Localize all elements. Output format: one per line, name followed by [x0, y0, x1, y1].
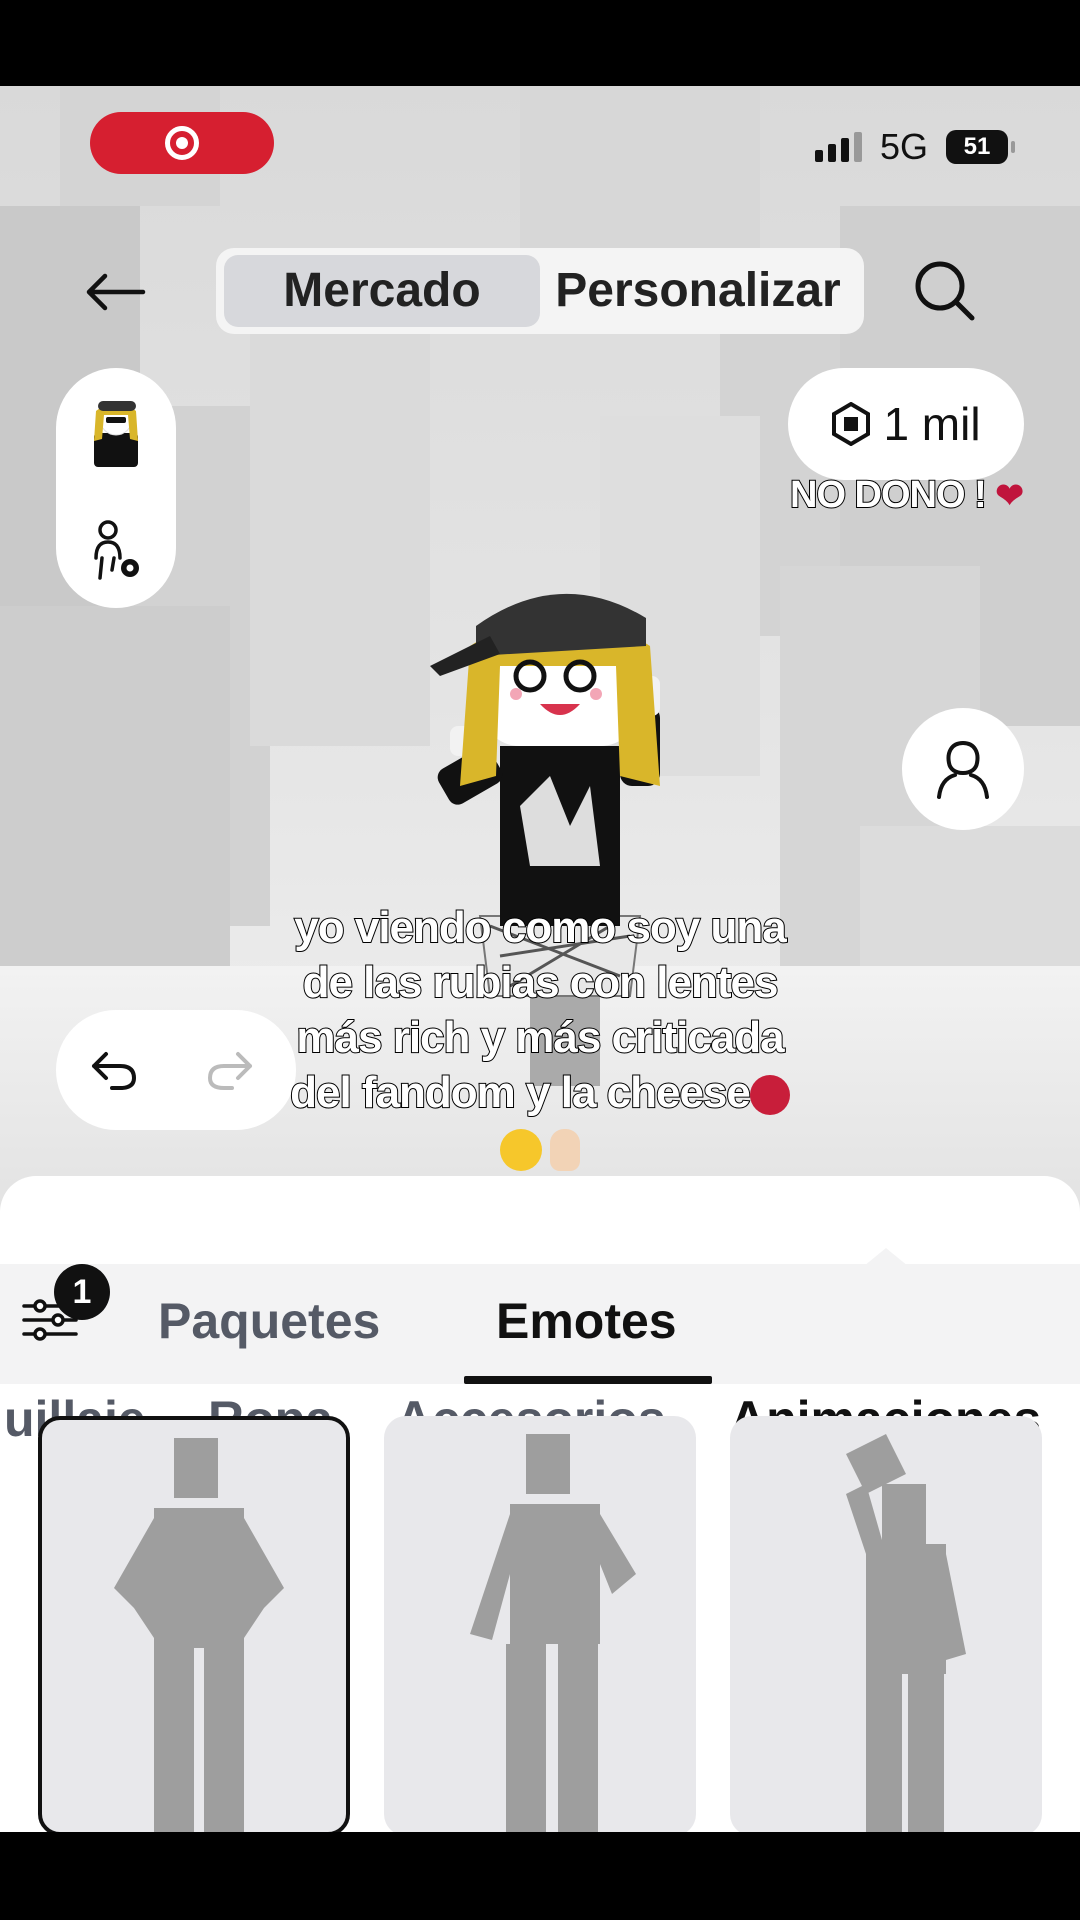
avatar-settings-icon	[94, 519, 139, 580]
search-icon	[915, 261, 975, 321]
zany-face-icon	[500, 1129, 542, 1172]
back-button[interactable]	[80, 262, 150, 322]
tab-mercado[interactable]: Mercado	[224, 255, 540, 327]
app-screen: 5G 51 Mercado Personalizar 1 mil NO DONO…	[0, 86, 1080, 1832]
overlay-tag-label: NO DONO !	[789, 473, 988, 517]
emote-card[interactable]	[730, 1416, 1042, 1832]
avatar-settings-button[interactable]	[86, 518, 146, 584]
caption-line: más rich y más criticada	[295, 1012, 785, 1063]
kiss-icon: ❤	[995, 477, 1023, 515]
arrow-left-icon	[86, 273, 146, 311]
screen-record-indicator[interactable]	[90, 112, 274, 174]
crossed-fingers-icon	[550, 1129, 580, 1172]
subtab-emotes[interactable]: Emotes	[496, 1292, 677, 1350]
undo-button[interactable]	[56, 1012, 172, 1128]
emote-grid	[38, 1416, 1042, 1832]
overlay-tag-text: NO DONO ! ❤	[789, 473, 1024, 517]
tab-personalizar[interactable]: Personalizar	[540, 255, 856, 327]
signal-icon	[814, 132, 862, 162]
person-outline-icon	[937, 740, 989, 799]
record-icon	[165, 126, 199, 160]
subtab-underline	[464, 1376, 712, 1384]
emote-card[interactable]	[384, 1416, 696, 1832]
avatar-side-panel	[56, 368, 176, 608]
robux-balance[interactable]: 1 mil	[788, 368, 1024, 480]
caption-line: yo viendo como soy una	[293, 902, 787, 953]
caption-line: del fandom y la cheese	[289, 1067, 752, 1118]
status-bar: 5G 51	[814, 126, 1015, 168]
filter-count-badge: 1	[54, 1264, 110, 1320]
emote-pose-image	[846, 1434, 966, 1832]
robux-icon	[832, 402, 871, 446]
battery-icon: 51	[946, 130, 1015, 164]
video-caption: yo viendo como soy una de las rubias con…	[240, 900, 840, 1175]
robux-amount: 1 mil	[883, 398, 981, 450]
search-button[interactable]	[910, 256, 980, 326]
undo-icon	[92, 1052, 136, 1090]
network-type: 5G	[879, 126, 928, 167]
goblin-face-icon	[749, 1075, 790, 1116]
caption-line: de las rubias con lentes	[302, 957, 780, 1008]
mode-switcher: Mercado Personalizar	[216, 248, 864, 334]
emote-pose-image	[470, 1434, 636, 1832]
subtab-paquetes[interactable]: Paquetes	[158, 1292, 380, 1350]
avatar-thumbnail[interactable]	[84, 393, 148, 469]
emote-card[interactable]	[38, 1416, 350, 1832]
profile-view-button[interactable]	[902, 708, 1024, 830]
emote-pose-image	[114, 1438, 284, 1832]
